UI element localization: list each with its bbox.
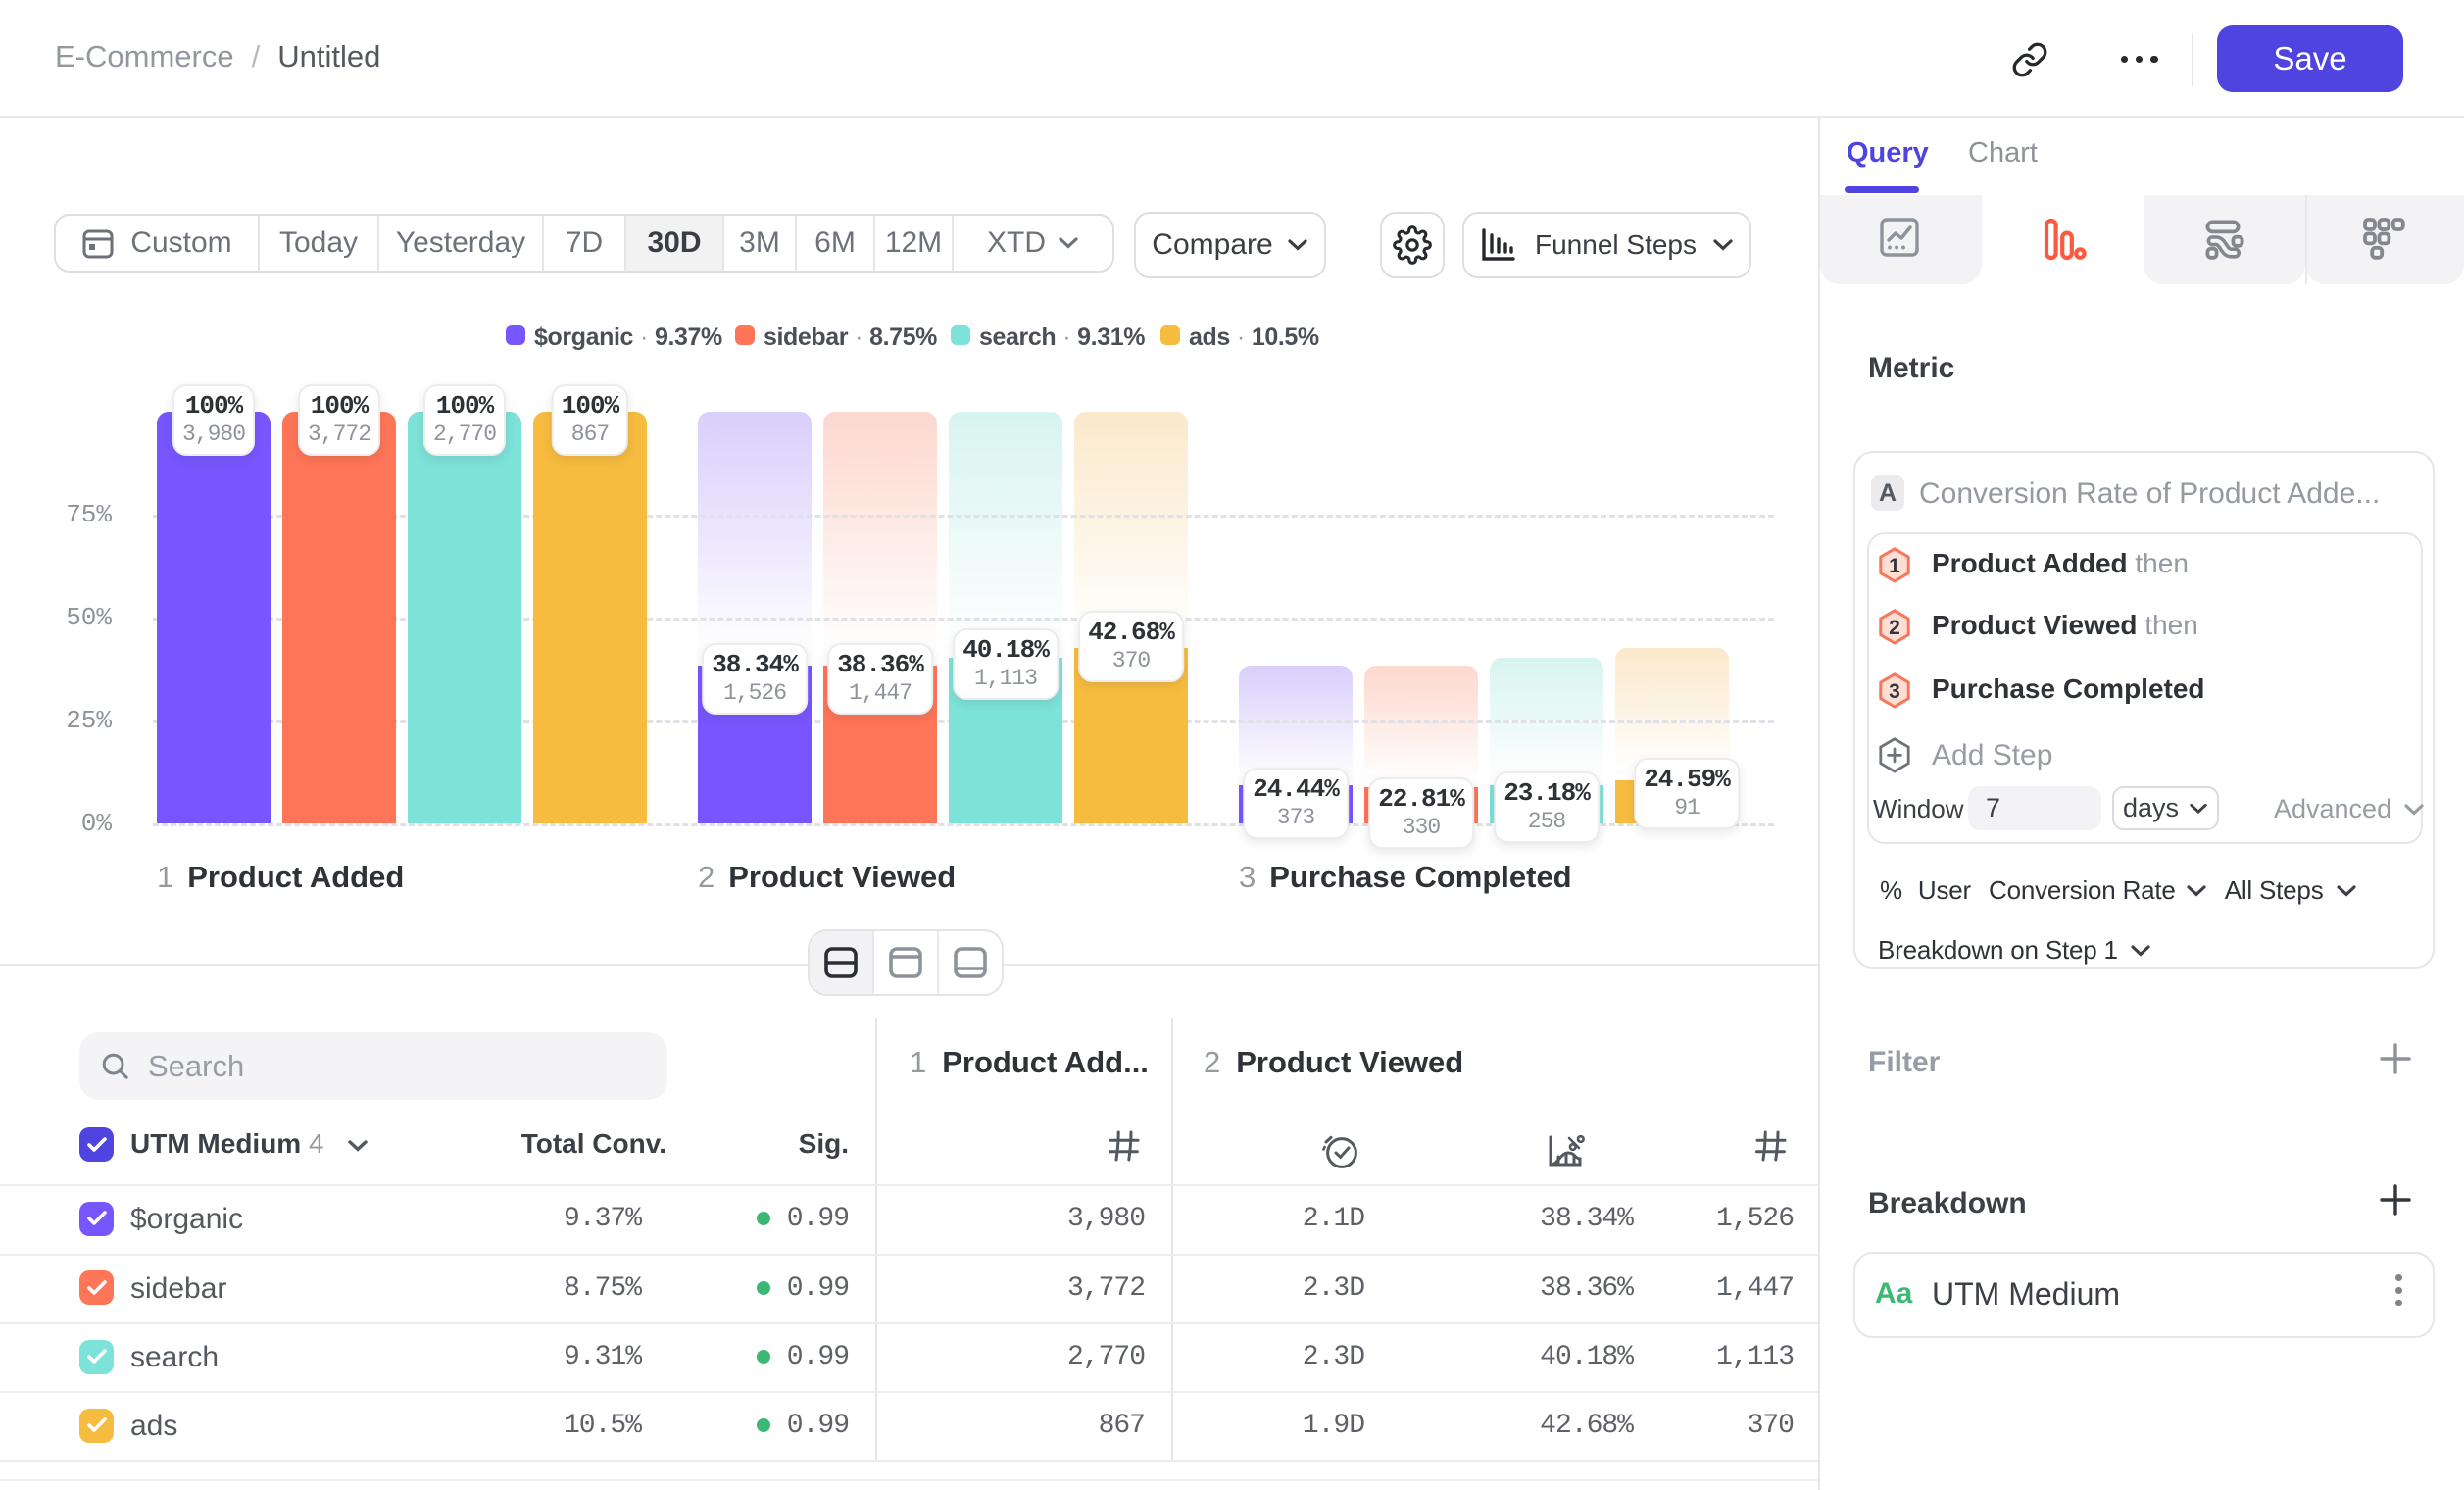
svg-text:1: 1 [1889, 555, 1900, 577]
svg-text:3: 3 [1889, 680, 1900, 703]
svg-text:2: 2 [1889, 617, 1900, 639]
